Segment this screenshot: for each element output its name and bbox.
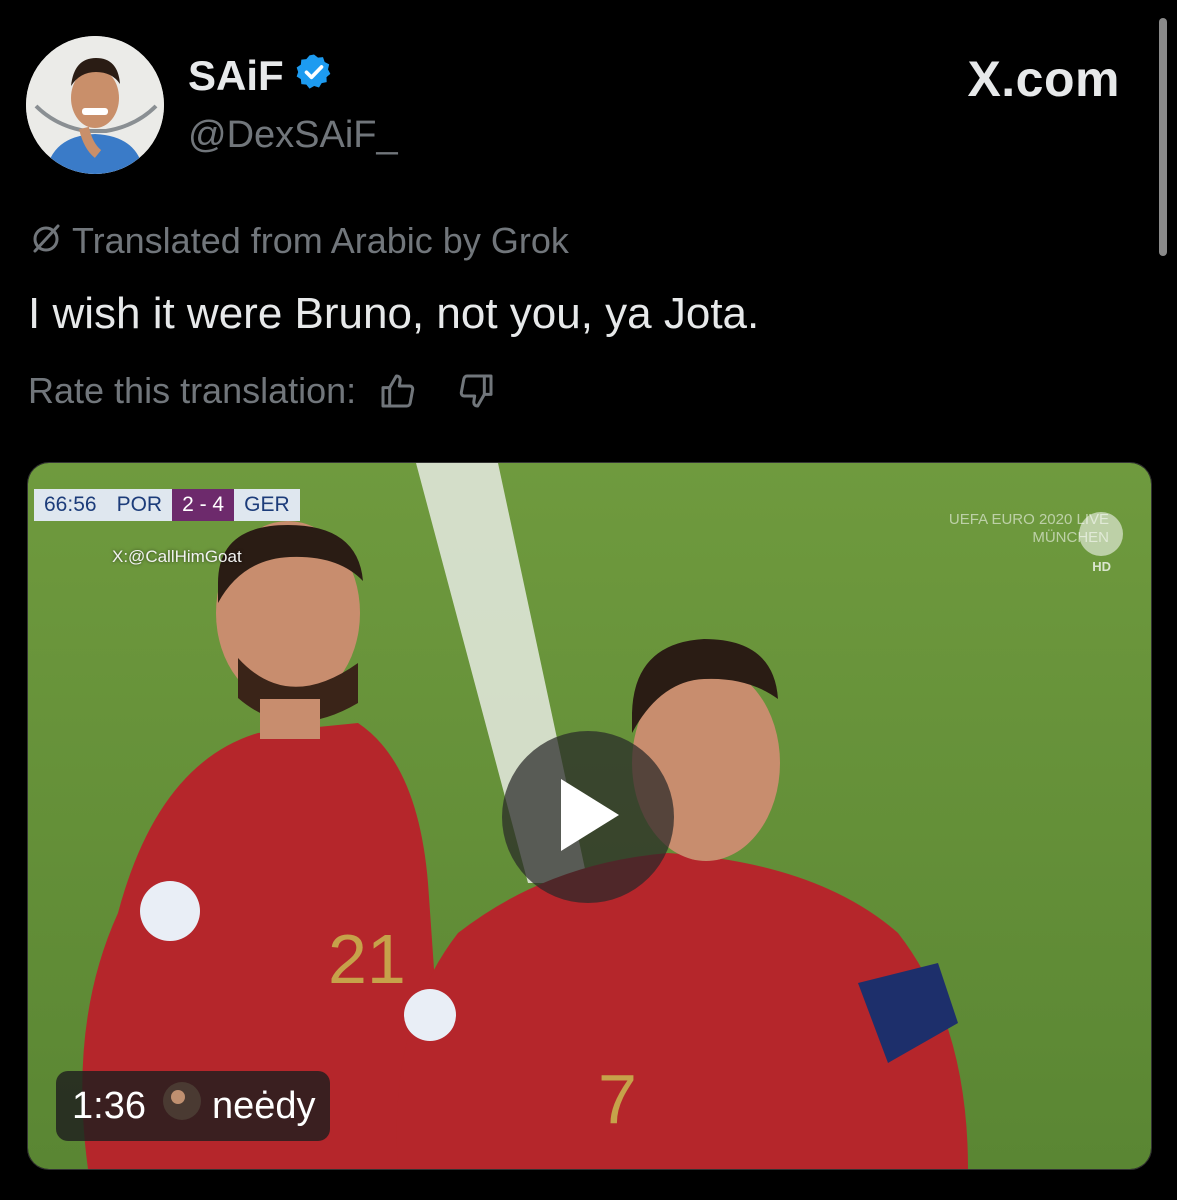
avatar-image [26, 36, 164, 174]
home-team: POR [106, 489, 173, 521]
video-player[interactable]: 21 7 66:56 POR 2 - 4 GER X:@CallHimGoat … [27, 462, 1152, 1170]
score-bug: 66:56 POR 2 - 4 GER [34, 489, 300, 521]
rate-translation: Rate this translation: [28, 371, 496, 411]
thumbs-down-icon[interactable] [456, 371, 496, 411]
rate-label: Rate this translation: [28, 370, 357, 411]
poster-name: neėdy [211, 1084, 316, 1127]
shirt-number-left: 21 [328, 920, 406, 998]
video-duration: 1:36 [72, 1084, 146, 1127]
broadcast-line2: MÜNCHEN [1032, 529, 1109, 546]
broadcast-label: UEFA EURO 2020 LIVE MÜNCHEN [949, 511, 1109, 547]
display-name[interactable]: SAiF [188, 52, 334, 99]
translation-note: Translated from Arabic by Grok [28, 220, 569, 262]
verified-badge-icon [294, 52, 334, 99]
poster-info: neėdy [162, 1081, 316, 1131]
tweet-text: I wish it were Bruno, not you, ya Jota. [28, 289, 760, 338]
site-label: X.com [967, 51, 1120, 107]
match-time: 66:56 [34, 489, 107, 521]
thumbs-up-icon[interactable] [378, 371, 418, 411]
scrollbar[interactable] [1159, 18, 1167, 256]
play-icon [553, 775, 623, 860]
shirt-number-right: 7 [598, 1060, 637, 1138]
play-button[interactable] [502, 731, 674, 903]
poster-avatar [162, 1081, 202, 1131]
video-duration-badge: 1:36 neėdy [56, 1071, 330, 1141]
broadcast-line1: UEFA EURO 2020 LIVE [948, 511, 1109, 528]
match-score: 2 - 4 [172, 489, 235, 521]
away-team: GER [234, 489, 300, 521]
video-watermark: X:@CallHimGoat [112, 547, 242, 566]
avatar[interactable] [26, 36, 164, 174]
display-name-text: SAiF [188, 51, 284, 99]
hd-label: HD [1092, 559, 1111, 574]
user-handle[interactable]: @DexSAiF_ [188, 116, 398, 154]
slashed-circle-icon [28, 220, 64, 262]
translation-label: Translated from Arabic by Grok [72, 220, 569, 261]
